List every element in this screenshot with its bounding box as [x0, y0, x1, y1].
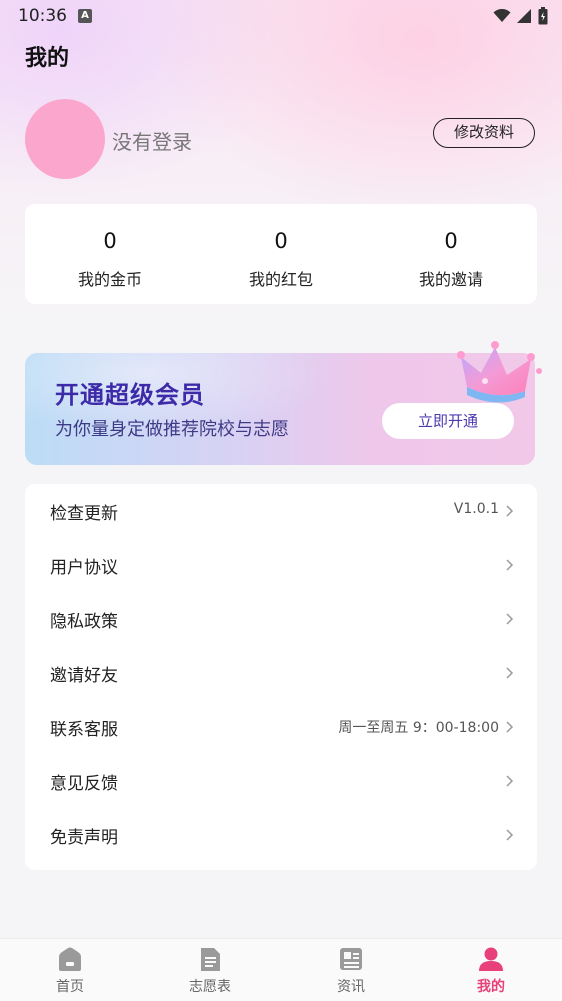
version-value: V1.0.1: [453, 501, 499, 517]
menu-item-label: 检查更新: [50, 504, 118, 524]
stat-value: 0: [274, 229, 288, 253]
tab-label: 首页: [56, 979, 84, 995]
stat-coins[interactable]: 0 我的金币: [25, 204, 195, 304]
menu-item-disclaimer[interactable]: 免责声明: [25, 808, 537, 862]
stat-value: 0: [444, 229, 458, 253]
document-icon: [201, 948, 220, 971]
status-bar: 10:36 A: [0, 0, 562, 32]
menu-item-label: 隐私政策: [50, 612, 118, 632]
signal-icon: [517, 9, 531, 23]
chevron-right-icon: [506, 613, 514, 625]
edit-profile-button[interactable]: 修改资料: [433, 118, 535, 148]
tab-mine[interactable]: 我的: [421, 939, 561, 1001]
vip-banner[interactable]: 开通超级会员 为你量身定做推荐院校与志愿 立即开通: [25, 341, 542, 465]
chevron-right-icon: [506, 721, 514, 733]
chevron-right-icon: [506, 559, 514, 571]
page-title: 我的: [25, 46, 70, 71]
status-icons: [493, 6, 548, 26]
stat-value: 0: [103, 229, 117, 253]
service-hours-value: 周一至周五 9：00-18:00: [338, 720, 499, 736]
menu-item-label: 用户协议: [50, 558, 118, 578]
menu-item-check-update[interactable]: 检查更新 V1.0.1: [25, 484, 537, 538]
bottom-tab-bar: 首页 志愿表 资讯 我的: [0, 938, 562, 1001]
notification-badge-icon: A: [78, 9, 92, 23]
tab-application-form[interactable]: 志愿表: [140, 939, 280, 1001]
menu-item-label: 联系客服: [50, 720, 118, 740]
stat-label: 我的金币: [77, 270, 142, 289]
chevron-right-icon: [506, 667, 514, 679]
wifi-icon: [493, 9, 511, 22]
stat-invites[interactable]: 0 我的邀请: [366, 204, 536, 304]
menu-item-privacy-policy[interactable]: 隐私政策: [25, 592, 537, 646]
status-time: 10:36: [18, 6, 67, 26]
tab-label: 资讯: [337, 979, 365, 995]
menu-item-label: 免责声明: [50, 828, 118, 848]
crown-icon: [457, 341, 542, 403]
settings-menu: 检查更新 V1.0.1 用户协议 隐私政策 邀请好友 联系客服 周一至周五 9：…: [25, 484, 537, 870]
news-icon: [340, 948, 362, 970]
menu-item-feedback[interactable]: 意见反馈: [25, 754, 537, 808]
chevron-right-icon: [506, 775, 514, 787]
menu-item-invite-friends[interactable]: 邀请好友: [25, 646, 537, 700]
chevron-right-icon: [506, 505, 514, 517]
stat-label: 我的邀请: [418, 270, 483, 289]
stat-red-packets[interactable]: 0 我的红包: [196, 204, 366, 304]
tab-home[interactable]: 首页: [0, 939, 140, 1001]
vip-title: 开通超级会员: [55, 381, 205, 409]
tab-label: 志愿表: [189, 979, 231, 995]
stats-card: 0 我的金币 0 我的红包 0 我的邀请: [25, 204, 537, 304]
stat-label: 我的红包: [248, 270, 313, 289]
vip-subtitle: 为你量身定做推荐院校与志愿: [55, 419, 289, 440]
menu-item-customer-service[interactable]: 联系客服 周一至周五 9：00-18:00: [25, 700, 537, 754]
menu-item-user-agreement[interactable]: 用户协议: [25, 538, 537, 592]
menu-item-label: 意见反馈: [50, 774, 118, 794]
login-status-text[interactable]: 没有登录: [112, 126, 192, 155]
home-icon: [59, 947, 81, 971]
avatar[interactable]: [25, 99, 105, 179]
battery-icon: [538, 7, 548, 25]
menu-item-label: 邀请好友: [50, 666, 118, 686]
chevron-right-icon: [506, 829, 514, 841]
tab-news[interactable]: 资讯: [281, 939, 421, 1001]
tab-label: 我的: [477, 979, 505, 995]
user-icon: [479, 947, 503, 971]
